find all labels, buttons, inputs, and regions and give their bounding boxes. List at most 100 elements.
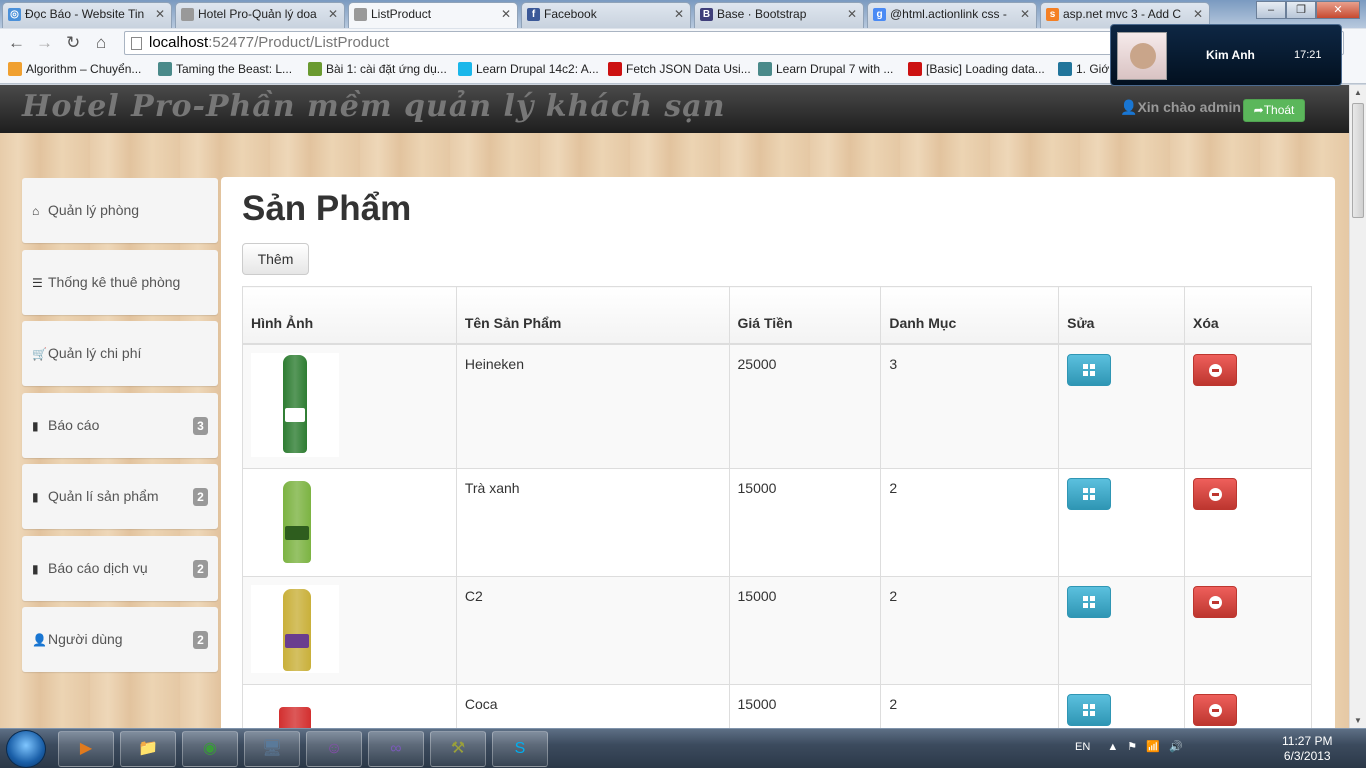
tab[interactable]: g @html.actionlink css - ✕ xyxy=(867,2,1037,28)
close-tab-icon[interactable]: ✕ xyxy=(847,3,857,25)
skype-notification[interactable]: Kim Anh 17:21 xyxy=(1110,24,1342,86)
sidebar-item[interactable]: ☰ Thống kê thuê phòng xyxy=(22,249,218,315)
tab[interactable]: ◎ Đọc Báo - Website Tin ✕ xyxy=(2,2,172,28)
scroll-up-icon[interactable]: ▲ xyxy=(1354,88,1362,97)
tab[interactable]: B Base · Bootstrap ✕ xyxy=(694,2,864,28)
bookmark-item[interactable]: Taming the Beast: L... xyxy=(158,62,292,76)
bookmark-item[interactable]: 1. Giới xyxy=(1058,62,1112,76)
page-title: Sản Phẩm xyxy=(242,189,412,228)
logout-button[interactable]: ➦Thoát xyxy=(1243,99,1305,122)
scrollbar-thumb[interactable] xyxy=(1352,103,1364,218)
greeting[interactable]: 👤Xin chào admin xyxy=(1120,99,1241,116)
tab[interactable]: f Facebook ✕ xyxy=(521,2,691,28)
back-icon[interactable]: ← xyxy=(8,33,25,53)
bookmark-icon xyxy=(8,62,22,76)
maximize-button[interactable]: ❐ xyxy=(1286,1,1316,19)
bookmark-item[interactable]: Learn Drupal 14c2: A... xyxy=(458,62,599,76)
bookmark-item[interactable]: Bài 1: cài đặt ứng dụ... xyxy=(308,62,447,76)
bookmark-label: [Basic] Loading data... xyxy=(926,62,1045,76)
bookmark-item[interactable]: Fetch JSON Data Usi... xyxy=(608,62,751,76)
logout-label: Thoát xyxy=(1263,103,1295,117)
bookmark-item[interactable]: Learn Drupal 7 with ... xyxy=(758,62,893,76)
sidebar-item[interactable]: ▮ Báo cáo 3 xyxy=(22,392,218,458)
add-button[interactable]: Thêm xyxy=(242,243,309,275)
close-tab-icon[interactable]: ✕ xyxy=(1020,3,1030,25)
brand-title[interactable]: Hotel Pro-Phần mềm quản lý khách sạn xyxy=(22,89,726,124)
home-icon[interactable]: ⌂ xyxy=(96,33,106,53)
flag-icon[interactable]: ⚑ xyxy=(1127,741,1137,753)
close-tab-icon[interactable]: ✕ xyxy=(155,3,165,25)
vimeo-icon xyxy=(458,62,472,76)
edit-button[interactable] xyxy=(1067,353,1112,386)
visual-studio-icon[interactable]: ∞ xyxy=(368,731,424,767)
computer-icon[interactable]: 🖥 xyxy=(244,731,300,767)
cell-price: 25000 xyxy=(728,343,881,468)
window-controls: – ❐ ✕ xyxy=(1256,1,1360,19)
media-player-icon[interactable]: ▶ xyxy=(58,731,114,767)
edit-button[interactable] xyxy=(1067,585,1112,618)
sidebar-item[interactable]: ⌂ Quản lý phòng xyxy=(22,178,218,243)
notification-time: 17:21 xyxy=(1294,49,1322,61)
close-tab-icon[interactable]: ✕ xyxy=(328,3,338,25)
chrome-icon[interactable]: ◉ xyxy=(182,731,238,767)
facebook-icon: f xyxy=(527,8,540,21)
vertical-scrollbar[interactable]: ▲ ▼ xyxy=(1349,85,1366,728)
explorer-icon[interactable]: 📁 xyxy=(120,731,176,767)
cell-category: 2 xyxy=(880,467,1059,576)
cell-name: Coca xyxy=(455,683,730,728)
delete-button[interactable] xyxy=(1193,693,1238,726)
tools-icon[interactable]: ⚒ xyxy=(430,731,486,767)
column-header: Danh Mục xyxy=(880,286,1059,345)
close-tab-icon[interactable]: ✕ xyxy=(1193,3,1203,25)
delete-button[interactable] xyxy=(1193,477,1238,510)
delete-button[interactable] xyxy=(1193,585,1238,618)
edit-cell xyxy=(1058,343,1185,468)
sidebar-item-label: Quản lý phòng xyxy=(48,202,140,218)
stackoverflow-icon: s xyxy=(1046,8,1059,21)
sidebar-item[interactable]: 👤Người dùng 2 xyxy=(22,607,218,672)
tab[interactable]: ListProduct ✕ xyxy=(348,2,518,28)
th-large-icon xyxy=(1083,487,1096,500)
bookmark-item[interactable]: [Basic] Loading data... xyxy=(908,62,1045,76)
cell-name: C2 xyxy=(455,575,730,684)
page-icon xyxy=(354,8,367,21)
c2-bottle xyxy=(251,584,339,673)
scroll-down-icon[interactable]: ▼ xyxy=(1354,716,1362,725)
reload-icon[interactable]: ↻ xyxy=(66,33,80,53)
forward-icon[interactable]: → xyxy=(36,33,53,53)
edit-cell xyxy=(1058,575,1185,684)
delete-button[interactable] xyxy=(1193,353,1238,386)
delete-cell xyxy=(1184,575,1312,684)
sidebar-item[interactable]: 🛒Quản lý chi phí xyxy=(22,321,218,386)
table-header: Hình Ảnh Tên Sản Phẩm Giá Tiền Danh Mục Sửa X… xyxy=(242,286,1312,345)
delete-cell xyxy=(1184,683,1312,728)
language-indicator[interactable]: EN xyxy=(1075,741,1090,753)
sidebar-item[interactable]: ▮ Quản lí sản phẩm 2 xyxy=(22,464,218,529)
minimize-button[interactable]: – xyxy=(1256,1,1286,19)
sidebar-item[interactable]: ▮ Báo cáo dịch vụ 2 xyxy=(22,535,218,601)
bookmark-item[interactable]: Algorithm – Chuyển... xyxy=(8,62,141,76)
tab-title: asp.net mvc 3 - Add C xyxy=(1063,7,1182,21)
bookmark-icon xyxy=(308,62,322,76)
bookmark-label: Fetch JSON Data Usi... xyxy=(626,62,751,76)
bookmark-label: Learn Drupal 14c2: A... xyxy=(476,62,599,76)
youtube-icon xyxy=(608,62,622,76)
bookmark-label: Taming the Beast: L... xyxy=(176,62,293,76)
green-tea-bottle xyxy=(251,476,339,565)
volume-icon[interactable]: 🔊 xyxy=(1169,741,1183,753)
home-icon: ⌂ xyxy=(32,204,40,218)
edit-button[interactable] xyxy=(1067,477,1112,510)
close-window-button[interactable]: ✕ xyxy=(1316,1,1360,19)
close-tab-icon[interactable]: ✕ xyxy=(674,3,684,25)
skype-icon[interactable]: S xyxy=(492,731,548,767)
clock[interactable]: 11:27 PM 6/3/2013 xyxy=(1282,734,1332,764)
tab[interactable]: Hotel Pro-Quản lý doa ✕ xyxy=(175,2,345,28)
network-icon[interactable]: 📶 xyxy=(1146,741,1160,753)
yahoo-messenger-icon[interactable]: ☺ xyxy=(306,731,362,767)
cell-price: 15000 xyxy=(728,683,881,728)
tray-arrow-icon[interactable]: ▲ xyxy=(1107,741,1118,753)
start-button[interactable] xyxy=(6,730,46,768)
close-tab-icon[interactable]: ✕ xyxy=(501,3,511,25)
edit-button[interactable] xyxy=(1067,693,1112,726)
heineken-bottle xyxy=(251,352,339,457)
